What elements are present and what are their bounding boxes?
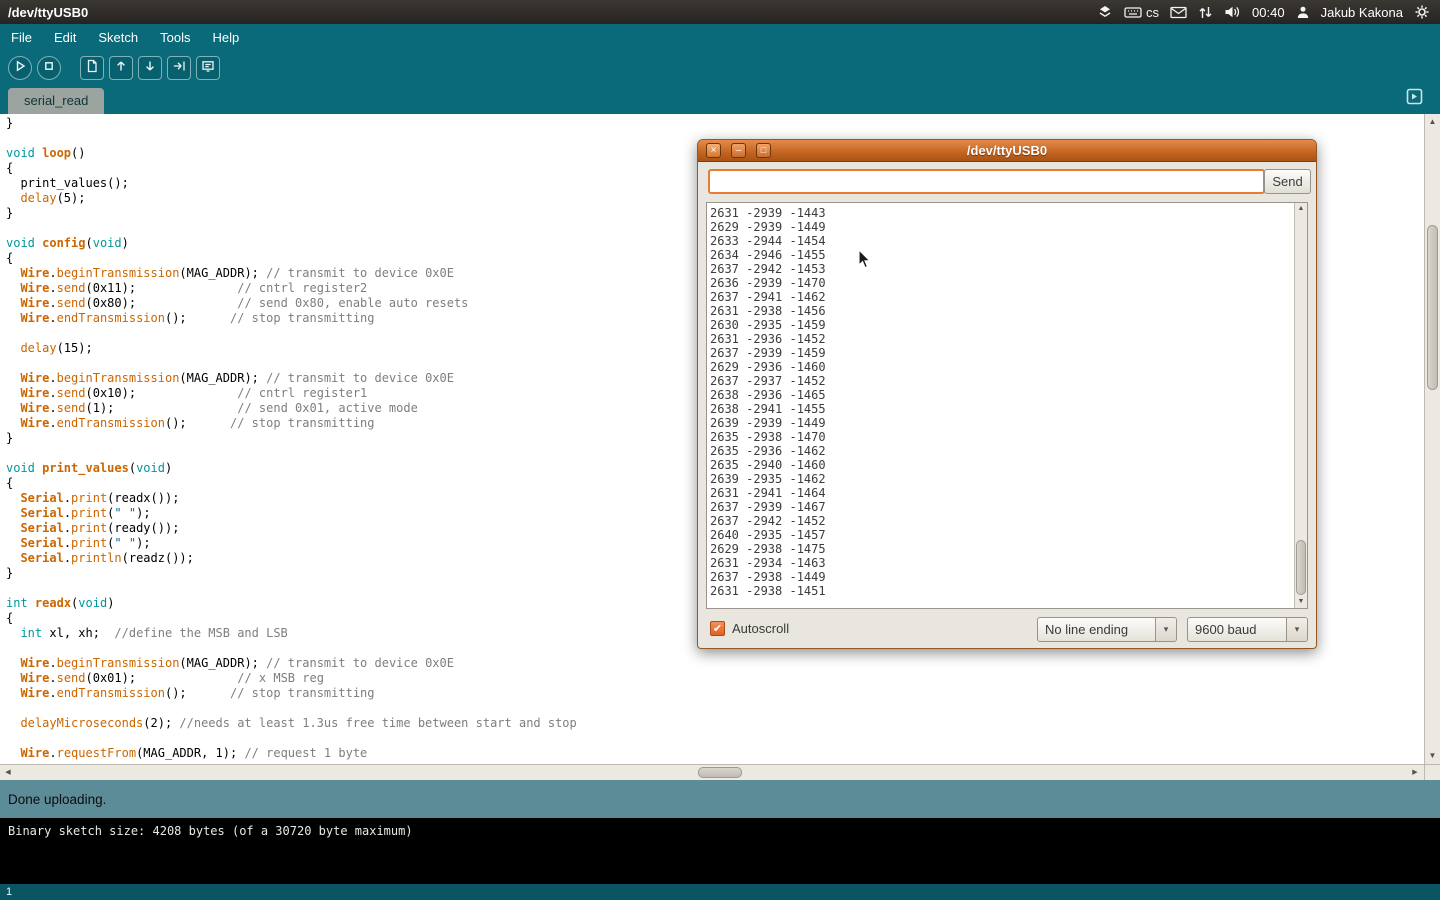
tab-strip: serial_read <box>0 84 1440 114</box>
console-output: Binary sketch size: 4208 bytes (of a 307… <box>0 818 1440 884</box>
close-icon[interactable]: × <box>706 143 721 158</box>
keyboard-icon <box>1124 5 1142 19</box>
scroll-down-icon[interactable]: ▼ <box>1425 749 1440 763</box>
serial-monitor-button[interactable] <box>196 56 220 80</box>
menu-file[interactable]: File <box>0 24 43 52</box>
new-sketch-button[interactable] <box>80 56 104 80</box>
serial-monitor-titlebar[interactable]: × – □ /dev/ttyUSB0 <box>698 140 1316 162</box>
line-ending-value: No line ending <box>1038 618 1155 641</box>
horizontal-scrollbar-thumb[interactable] <box>698 767 742 778</box>
baud-rate-value: 9600 baud <box>1188 618 1286 641</box>
scroll-left-icon[interactable]: ◀ <box>0 765 16 780</box>
maximize-icon[interactable]: □ <box>756 143 771 158</box>
serial-output: 2631 -2939 -14432629 -2939 -14492633 -29… <box>710 206 1293 608</box>
serial-scrollbar-thumb[interactable] <box>1296 540 1306 595</box>
tab-menu-icon <box>1406 88 1423 110</box>
upload-button[interactable] <box>167 56 191 80</box>
serial-input[interactable] <box>708 169 1265 194</box>
editor-horizontal-scrollbar[interactable]: ◀ ▶ <box>0 764 1440 780</box>
new-sketch-icon <box>85 59 99 78</box>
menu-edit[interactable]: Edit <box>43 24 87 52</box>
dropbox-icon[interactable] <box>1097 4 1113 20</box>
keyboard-indicator[interactable]: cs <box>1124 5 1159 20</box>
autoscroll-checkbox[interactable]: ✔ <box>710 621 725 636</box>
top-panel: /dev/ttyUSB0 cs 00:40 Jakub Kakona <box>0 0 1440 24</box>
status-bar: Done uploading. <box>0 780 1440 818</box>
menu-help[interactable]: Help <box>201 24 250 52</box>
user-name[interactable]: Jakub Kakona <box>1321 5 1403 20</box>
verify-button[interactable] <box>8 56 32 80</box>
vertical-scrollbar-thumb[interactable] <box>1427 225 1438 390</box>
line-number: 1 <box>6 886 12 898</box>
user-icon <box>1296 5 1310 19</box>
arrow-down-icon <box>143 59 157 78</box>
menu-sketch[interactable]: Sketch <box>87 24 149 52</box>
editor-vertical-scrollbar[interactable]: ▲ ▼ <box>1424 114 1440 764</box>
status-message: Done uploading. <box>8 792 106 807</box>
arrow-up-icon <box>114 59 128 78</box>
menu-bar: File Edit Sketch Tools Help <box>0 24 1440 52</box>
chevron-down-icon: ▾ <box>1286 618 1307 641</box>
serial-monitor-title: /dev/ttyUSB0 <box>698 140 1316 161</box>
serial-scrollbar[interactable]: ▲ ▼ <box>1294 203 1307 608</box>
line-ending-select[interactable]: No line ending ▾ <box>1037 617 1177 642</box>
serial-monitor-window: × – □ /dev/ttyUSB0 Send 2631 -2939 -1443… <box>697 139 1317 649</box>
send-button[interactable]: Send <box>1264 169 1311 194</box>
serial-monitor-icon <box>201 59 215 78</box>
serial-scroll-down-icon[interactable]: ▼ <box>1295 596 1307 608</box>
menu-tools[interactable]: Tools <box>149 24 201 52</box>
gear-icon[interactable] <box>1414 4 1430 20</box>
serial-output-area[interactable]: 2631 -2939 -14432629 -2939 -14492633 -29… <box>706 202 1308 609</box>
baud-rate-select[interactable]: 9600 baud ▾ <box>1187 617 1308 642</box>
system-tray: cs 00:40 Jakub Kakona <box>1097 4 1440 20</box>
scroll-right-icon[interactable]: ▶ <box>1407 765 1423 780</box>
active-window-title: /dev/ttyUSB0 <box>0 5 88 20</box>
tab-serial-read[interactable]: serial_read <box>8 88 104 114</box>
verify-icon <box>13 59 27 78</box>
minimize-icon[interactable]: – <box>731 143 746 158</box>
clock[interactable]: 00:40 <box>1252 5 1285 20</box>
stop-icon <box>42 59 56 78</box>
upload-icon <box>172 59 186 78</box>
serial-scroll-up-icon[interactable]: ▲ <box>1295 203 1307 215</box>
network-sync-icon[interactable] <box>1198 5 1213 20</box>
tab-menu-button[interactable] <box>1406 90 1423 107</box>
console-text: Binary sketch size: 4208 bytes (of a 307… <box>8 824 413 838</box>
save-button[interactable] <box>138 56 162 80</box>
autoscroll-label: Autoscroll <box>732 621 789 636</box>
scrollbar-corner <box>1424 765 1440 780</box>
line-number-bar: 1 <box>0 884 1440 900</box>
keyboard-layout-label: cs <box>1146 5 1159 20</box>
open-button[interactable] <box>109 56 133 80</box>
stop-button[interactable] <box>37 56 61 80</box>
chevron-down-icon: ▾ <box>1155 618 1176 641</box>
volume-icon[interactable] <box>1224 5 1241 19</box>
toolbar <box>0 52 1440 84</box>
mail-icon[interactable] <box>1170 6 1187 19</box>
scroll-up-icon[interactable]: ▲ <box>1425 115 1440 129</box>
